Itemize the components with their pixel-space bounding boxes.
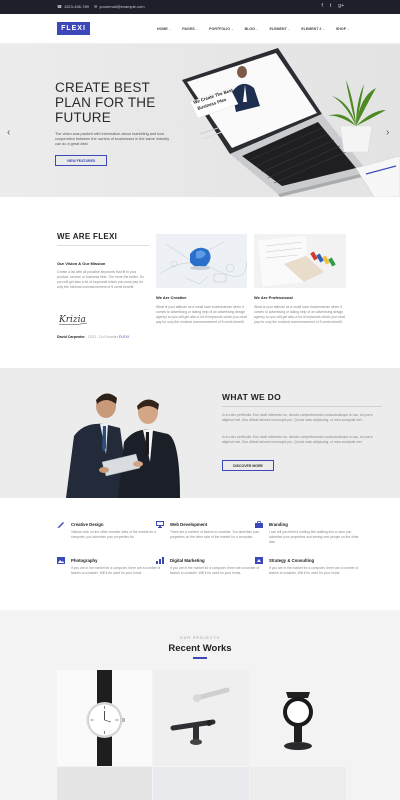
chevron-down-icon: ⌄ (347, 27, 350, 31)
what-we-do-divider (222, 406, 382, 407)
work-tile-handles[interactable] (153, 670, 249, 766)
signature-image: Krizia (58, 315, 88, 326)
chevron-down-icon: ⌄ (231, 27, 234, 31)
service-text: Visitors click on the other member sites… (71, 530, 156, 539)
main-header: FLEXI HOME ⌄ PAGES ⌄ PORTFOLIO ⌄ BLOG ⌄ ELEM… (0, 14, 400, 44)
service-title: Web Development (170, 522, 208, 527)
work-tile-5[interactable] (153, 767, 249, 800)
pen-icon (57, 522, 64, 528)
watch-image (86, 670, 125, 766)
what-we-do-title: WHAT WE DO (222, 392, 282, 402)
email-address: youremail@example.com (99, 4, 145, 9)
chart-icon (156, 557, 164, 564)
what-we-do-paragraph-1: In eu deo perfendis. Eos modi inferentur… (222, 413, 373, 422)
nav-item-shop[interactable]: SHOP ⌄ (336, 27, 350, 31)
what-we-do-section: WHAT WE DO In eu deo perfendis. Eos modi… (0, 368, 400, 498)
nav-label: PORTFOLIO (209, 27, 231, 31)
author-line: David Carpenter - CEO - Co Founder FLEXI (57, 335, 129, 339)
service-title: Strategy & Consulting (269, 558, 315, 563)
nav-item-pages[interactable]: PAGES ⌄ (182, 27, 198, 31)
service-title: Creative Design (71, 522, 104, 527)
nav-item-element-2[interactable]: ELEMENT 2 ⌄ (301, 27, 325, 31)
image-icon (57, 557, 65, 564)
vision-title: Our Vision & Our Mission (57, 261, 106, 266)
service-title: Digital Marketing (170, 558, 205, 563)
author-role: - CEO - Co Founder (85, 335, 118, 339)
handles-image (153, 670, 249, 766)
chevron-down-icon: ⌄ (195, 27, 199, 31)
works-title: Recent Works (168, 643, 232, 654)
about-divider (57, 245, 149, 246)
nav-label: PAGES (182, 27, 195, 31)
card-text-professional: What is your attitude as a small town bu… (254, 305, 346, 324)
monitor-icon (156, 521, 164, 528)
service-text: If you are in the market for a computer,… (269, 566, 359, 575)
strategy-icon (255, 557, 263, 564)
professional-image (254, 234, 346, 288)
chevron-down-icon: ⌄ (256, 27, 259, 31)
phone-contact[interactable]: ☎ 1523-456-789 (57, 4, 89, 9)
email-contact[interactable]: ✉ youremail@example.com (94, 4, 145, 9)
phone-icon: ☎ (57, 4, 62, 9)
prev-slide-arrow-icon[interactable]: ‹ (7, 127, 10, 138)
nav-label: BLOG (244, 27, 256, 31)
view-features-button[interactable]: VIEW FEATURES (55, 155, 107, 166)
service-title: Photography (71, 558, 98, 563)
hero-text: The video was packed with information ab… (55, 132, 170, 146)
author-name: David Carpenter (57, 335, 85, 339)
nav-label: ELEMENT 2 (301, 27, 322, 31)
social-links: f t g+ (322, 3, 344, 9)
nav-item-element[interactable]: ELEMENT ⌄ (270, 27, 291, 31)
chevron-down-icon: ⌄ (168, 27, 172, 31)
author-company[interactable]: FLEXI (119, 335, 129, 339)
twitter-icon[interactable]: t (330, 3, 331, 9)
chevron-down-icon: ⌄ (287, 27, 291, 31)
phone-number: 1523-456-789 (63, 4, 89, 9)
creative-image (156, 234, 247, 288)
hero-slider: CREATE BEST PLAN FOR THE FUTURE The vide… (0, 44, 400, 197)
signature-text: Krizia (58, 315, 86, 325)
facebook-icon[interactable]: f (322, 3, 323, 9)
nav-item-blog[interactable]: BLOG ⌄ (245, 27, 259, 31)
card-title-professional: We Are Professional (254, 295, 293, 300)
nav-label: HOME (157, 27, 168, 31)
businessmen-image (66, 393, 180, 498)
work-tile-lamp[interactable] (250, 670, 346, 766)
vision-text: Create a list with all possible keywords… (57, 270, 144, 289)
briefcase-icon (255, 521, 263, 528)
works-eyebrow: OUR PROJECTS (179, 636, 221, 640)
top-bar: ☎ 1523-456-789 ✉ youremail@example.com f… (0, 0, 400, 14)
chevron-down-icon: ⌄ (322, 27, 325, 31)
mail-icon: ✉ (94, 4, 98, 9)
about-title: WE ARE FLEXI (57, 232, 118, 241)
lamp-image (250, 670, 346, 766)
logo[interactable]: FLEXI (57, 22, 90, 35)
discover-more-button[interactable]: DISCOVER MORE (222, 460, 274, 471)
nav-label: SHOP (335, 27, 347, 31)
work-tile-6[interactable] (250, 767, 346, 800)
what-we-do-paragraph-2: In eu deo perfendis. Eos modi inferentur… (222, 435, 373, 444)
card-title-creative: We Are Creative (156, 295, 187, 300)
work-tile-watch[interactable] (57, 670, 152, 766)
service-title: Branding (269, 522, 288, 527)
nav-label: ELEMENT (269, 27, 287, 31)
service-text: If you are in the market for a computer,… (71, 566, 161, 575)
service-text: I can tell you there's nothing like walk… (269, 530, 359, 544)
hero-title: CREATE BEST PLAN FOR THE FUTURE (55, 80, 156, 125)
card-text-creative: What is your attitude as a small town bu… (156, 305, 248, 324)
nav-item-portfolio[interactable]: PORTFOLIO ⌄ (209, 27, 233, 31)
works-title-underline (193, 657, 207, 659)
service-text: There are a number of factors to conside… (170, 530, 260, 539)
service-text: If you are in the market for a computer,… (170, 566, 260, 575)
laptop-image: We Create The Best Business Plan (182, 48, 400, 197)
nav-item-home[interactable]: HOME ⌄ (157, 27, 171, 31)
main-nav: HOME ⌄ PAGES ⌄ PORTFOLIO ⌄ BLOG ⌄ ELEMENT ⌄ E… (157, 27, 361, 31)
google-plus-icon[interactable]: g+ (338, 3, 344, 9)
recent-works-section: OUR PROJECTS Recent Works (0, 610, 400, 800)
work-tile-4[interactable] (57, 767, 152, 800)
